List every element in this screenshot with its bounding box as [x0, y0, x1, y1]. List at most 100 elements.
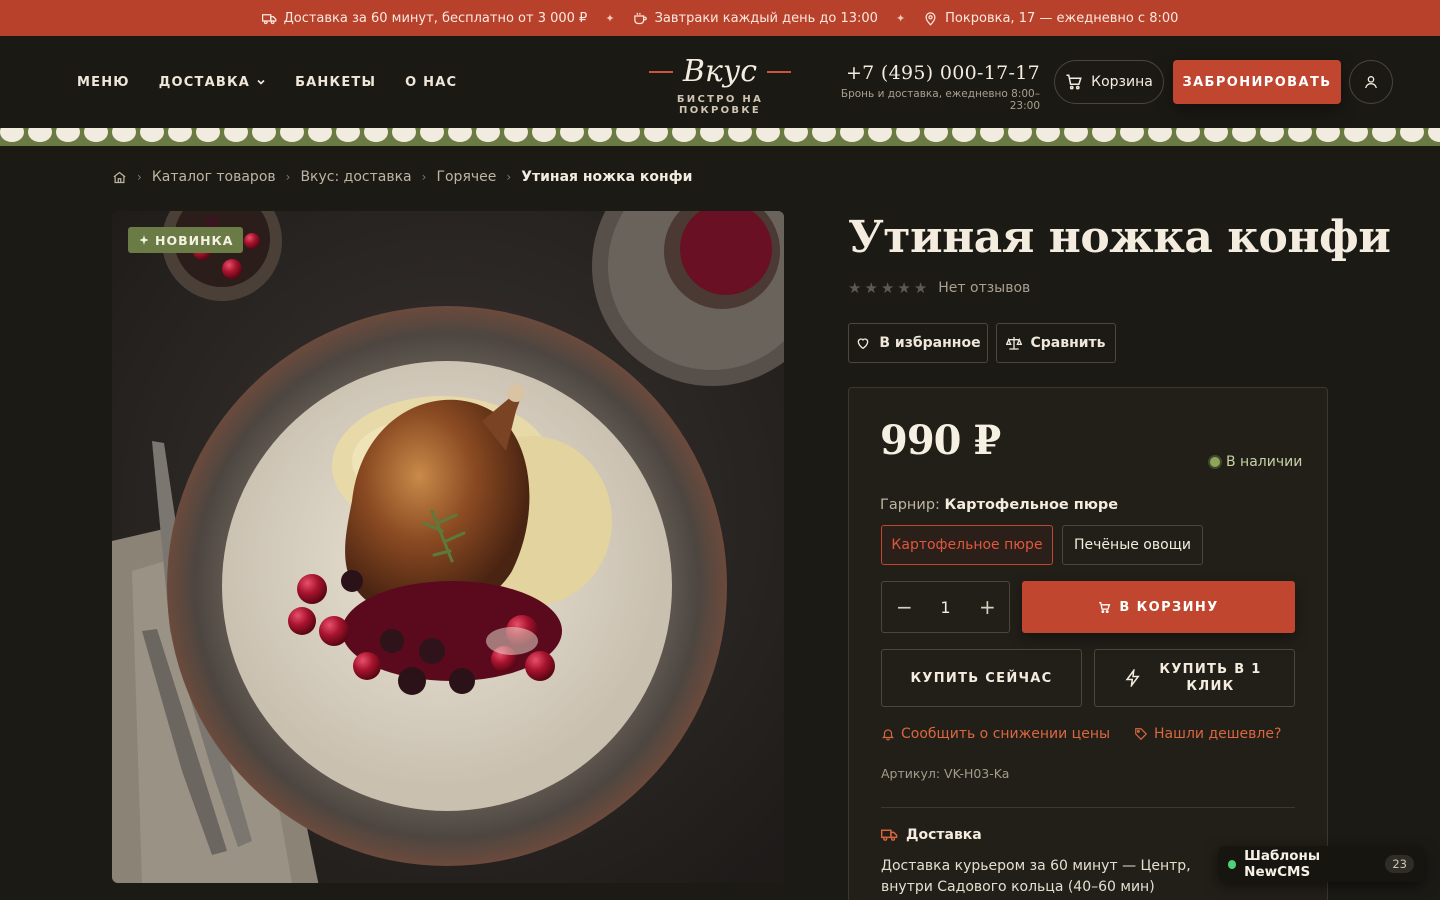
sku: Артикул: VK-H03-Ka	[881, 766, 1010, 781]
decrease-button[interactable]: −	[896, 595, 913, 619]
scallop	[420, 128, 444, 142]
bell-icon	[881, 729, 895, 741]
cart-button[interactable]: Корзина	[1054, 60, 1164, 104]
new-badge-label: НОВИНКА	[155, 232, 234, 248]
site-logo[interactable]: Вкус БИСТРО НА ПОКРОВКЕ	[638, 52, 802, 116]
logo-name: Вкус	[682, 54, 758, 89]
scallop	[1344, 128, 1368, 142]
scallop	[0, 128, 24, 142]
favorite-button[interactable]: В избранное	[848, 323, 988, 363]
quantity-value[interactable]: 1	[940, 598, 950, 617]
decorative-scallop-band	[0, 128, 1440, 146]
scallop-pattern	[0, 128, 1440, 142]
scallop	[1092, 128, 1116, 142]
map-pin-icon	[925, 11, 936, 26]
breadcrumb-separator: ›	[137, 170, 142, 184]
compare-button[interactable]: Сравнить	[996, 323, 1116, 363]
price-alert-link[interactable]: Сообщить о снижении цены	[881, 726, 1110, 742]
breadcrumb-hot[interactable]: Горячее	[436, 169, 496, 185]
option-mashed-potatoes[interactable]: Картофельное пюре	[881, 525, 1053, 565]
newcms-widget[interactable]: Шаблоны NewCMS 23	[1218, 846, 1424, 882]
garnish-value: Картофельное пюре	[944, 497, 1119, 513]
nav-banquets[interactable]: БАНКЕТЫ	[295, 75, 376, 90]
new-badge: НОВИНКА	[128, 227, 244, 253]
option-roasted-vegetables[interactable]: Печёные овощи	[1062, 525, 1203, 565]
scallop	[476, 128, 500, 142]
address-info-text: Покровка, 17 — ежедневно с 8:00	[945, 10, 1179, 26]
nav-about[interactable]: О НАС	[405, 75, 457, 90]
stock-dot	[1210, 457, 1220, 467]
scallop	[1260, 128, 1284, 142]
cart-icon	[1066, 74, 1082, 90]
scallop	[784, 128, 808, 142]
scallop	[1428, 128, 1440, 142]
scallop	[1176, 128, 1200, 142]
breakfast-info: Завтраки каждый день до 13:00	[633, 11, 878, 26]
phone-block: +7 (495) 000-17-17 Бронь и доставка, еже…	[812, 62, 1040, 112]
scallop	[700, 128, 724, 142]
breadcrumb-delivery[interactable]: Вкус: доставка	[300, 169, 411, 185]
scallop	[392, 128, 416, 142]
divider	[881, 807, 1295, 808]
book-button[interactable]: ЗАБРОНИРОВАТЬ	[1173, 60, 1341, 104]
star-icon: ★	[864, 279, 878, 297]
buy-now-button[interactable]: КУПИТЬ СЕЙЧАС	[881, 649, 1082, 707]
scallop	[56, 128, 80, 142]
increase-button[interactable]: +	[979, 595, 996, 619]
delivery-description: Доставка курьером за 60 минут — Центр, в…	[881, 858, 1191, 895]
cart-label: Корзина	[1091, 74, 1153, 90]
scallop	[196, 128, 220, 142]
breadcrumb-catalog[interactable]: Каталог товаров	[152, 169, 276, 185]
widget-label: Шаблоны NewCMS	[1244, 848, 1321, 880]
product-image[interactable]	[112, 211, 784, 883]
tag-icon	[1135, 728, 1148, 741]
scallop	[112, 128, 136, 142]
scallop	[1316, 128, 1340, 142]
phone-number[interactable]: +7 (495) 000-17-17	[812, 62, 1040, 84]
home-icon[interactable]	[112, 170, 127, 185]
scallop	[868, 128, 892, 142]
lightning-icon	[1125, 669, 1140, 687]
scallop	[1288, 128, 1312, 142]
star-icon: ★	[848, 279, 862, 297]
scallop	[1148, 128, 1172, 142]
quantity-stepper: − 1 +	[881, 581, 1010, 633]
logo-tagline: БИСТРО НА ПОКРОВКЕ	[676, 94, 764, 116]
star-icon: ★	[880, 279, 895, 297]
rating[interactable]: ★ ★ ★ ★ ★ Нет отзывов	[848, 279, 1030, 297]
logo-dash-left	[648, 71, 673, 73]
breadcrumb-current: Утиная ножка конфи	[521, 169, 693, 185]
found-cheaper-link[interactable]: Нашли дешевле?	[1134, 726, 1281, 742]
phone-note: Бронь и доставка, ежедневно 8:00–23:00	[840, 88, 1040, 112]
garnish-label: Гарнир: Картофельное пюре	[880, 497, 1118, 513]
scallop	[644, 128, 668, 142]
breadcrumb-separator: ›	[421, 170, 427, 184]
scallop	[812, 128, 836, 142]
scallop	[616, 128, 640, 142]
scallop	[84, 128, 108, 142]
sparkle-icon	[139, 235, 149, 245]
scallop	[924, 128, 948, 142]
nav-delivery[interactable]: ДОСТАВКА	[159, 75, 266, 90]
scallop	[224, 128, 248, 142]
scallop	[588, 128, 612, 142]
price-alert-label: Сообщить о снижении цены	[901, 726, 1111, 742]
scallop	[840, 128, 864, 142]
breadcrumb-separator: ›	[506, 170, 512, 184]
add-to-cart-label: В КОРЗИНУ	[1119, 599, 1219, 615]
add-to-cart-button[interactable]: В КОРЗИНУ	[1022, 581, 1295, 633]
favorite-label: В избранное	[879, 335, 981, 351]
account-button[interactable]	[1349, 60, 1393, 104]
scallop	[1232, 128, 1256, 142]
delivery-heading: Доставка	[881, 826, 982, 843]
scallop	[364, 128, 388, 142]
found-cheaper-label: Нашли дешевле?	[1154, 726, 1282, 742]
scallop	[448, 128, 472, 142]
nav-menu[interactable]: МЕНЮ	[77, 75, 130, 90]
one-click-button[interactable]: КУПИТЬ В 1 КЛИК	[1094, 649, 1295, 707]
scallop	[1064, 128, 1088, 142]
scallop	[308, 128, 332, 142]
scallop	[28, 128, 52, 142]
scallop	[336, 128, 360, 142]
compare-label: Сравнить	[1030, 335, 1106, 351]
